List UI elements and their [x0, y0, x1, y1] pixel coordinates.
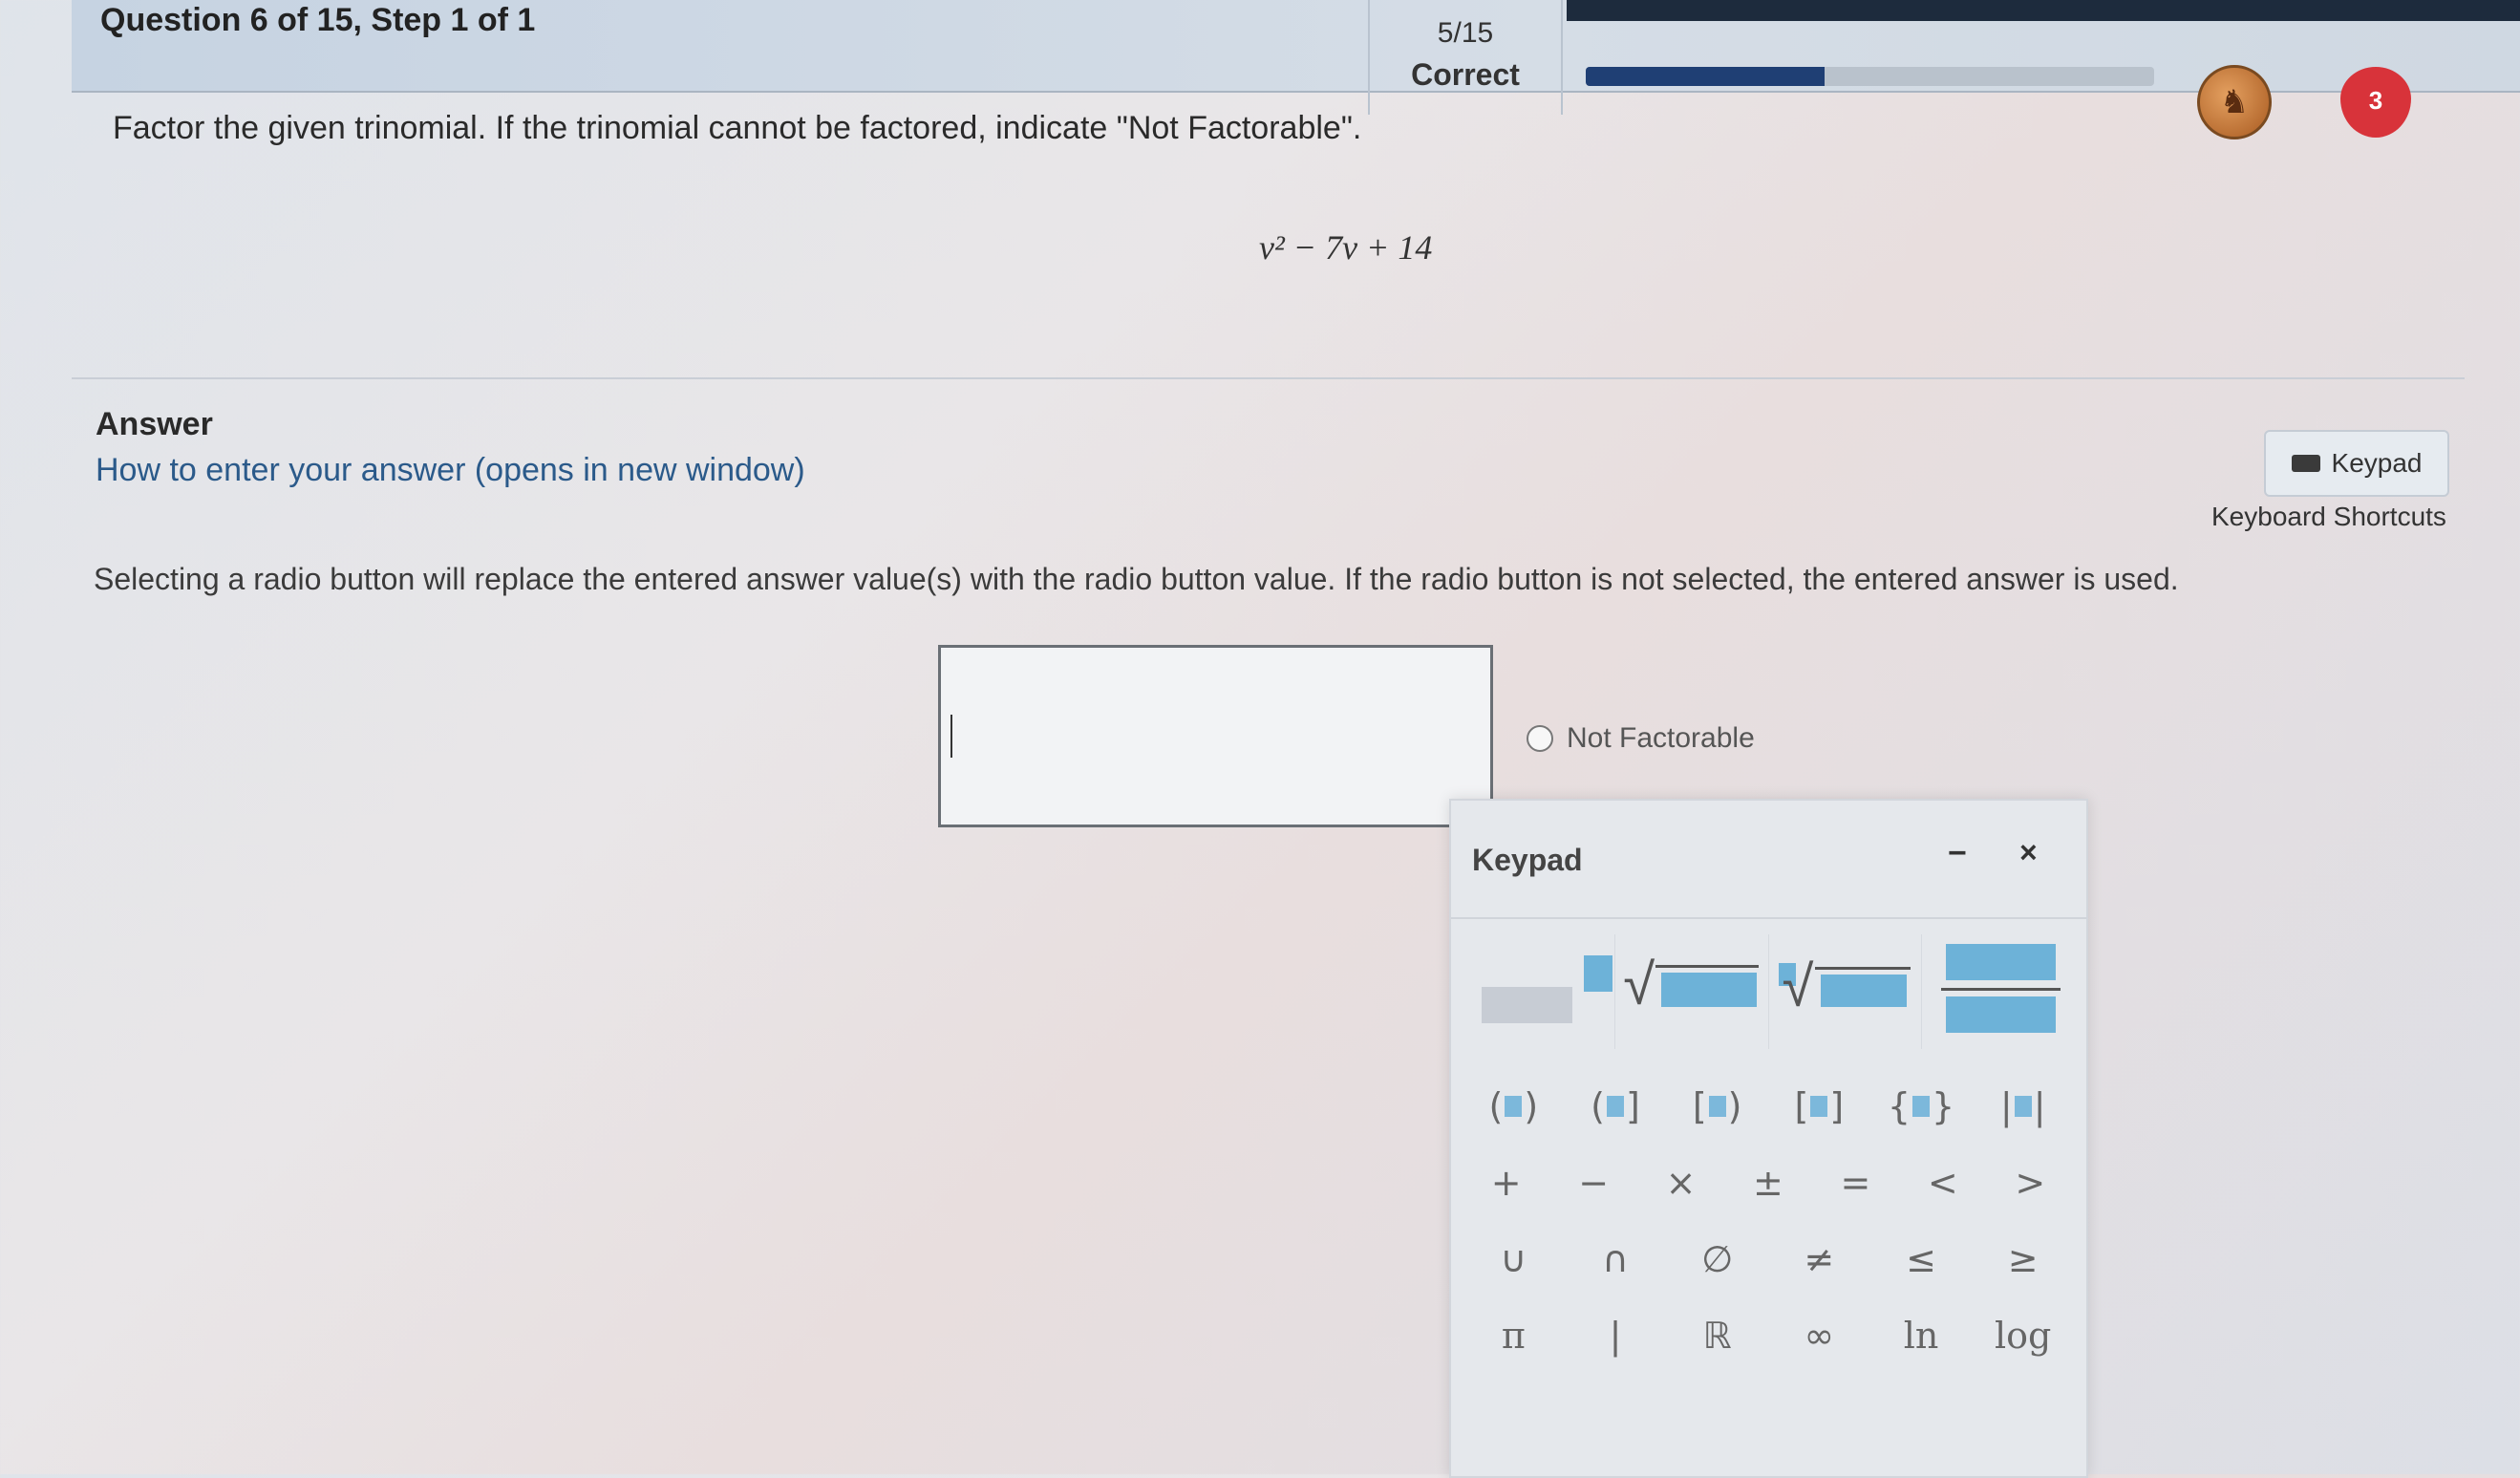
such-that-key[interactable]: |	[1565, 1297, 1667, 1374]
sets-row: ∪ ∩ ∅ ≠ ≤ ≥	[1463, 1221, 2074, 1297]
less-equal-key[interactable]: ≤	[1870, 1221, 1973, 1297]
brackets-row: () (] [) [] {} | |	[1463, 1068, 2074, 1145]
keypad-toggle-button[interactable]: Keypad	[2264, 430, 2449, 497]
keypad-title: Keypad	[1472, 843, 1583, 877]
set-braces-key[interactable]: {}	[1870, 1068, 1973, 1145]
keypad-button-label: Keypad	[2331, 448, 2423, 478]
less-than-key[interactable]: <	[1899, 1145, 1986, 1221]
intersection-key[interactable]: ∩	[1565, 1221, 1667, 1297]
answer-input[interactable]	[938, 645, 1493, 827]
empty-set-key[interactable]: ∅	[1666, 1221, 1768, 1297]
question-title: Question 6 of 15, Step 1 of 1	[100, 2, 536, 38]
minimize-button[interactable]: −	[1948, 835, 1967, 872]
infinity-key[interactable]: ∞	[1768, 1297, 1870, 1374]
text-caret	[950, 715, 952, 758]
answer-heading: Answer	[96, 406, 213, 442]
radio-instruction: Selecting a radio button will replace th…	[94, 562, 2179, 596]
keypad-panel: Keypad − × √ √ () (] [) [] {} | | + − ×…	[1449, 799, 2088, 1478]
plus-key[interactable]: +	[1463, 1145, 1549, 1221]
closed-open-interval-key[interactable]: [)	[1666, 1068, 1768, 1145]
nav-strip	[1567, 0, 2520, 21]
nth-root-key[interactable]: √	[1769, 934, 1922, 1049]
plus-minus-key[interactable]: ±	[1724, 1145, 1811, 1221]
absolute-value-key[interactable]: | |	[1972, 1068, 2074, 1145]
greater-than-key[interactable]: >	[1987, 1145, 2074, 1221]
keyboard-icon	[2291, 455, 2320, 472]
not-factorable-option[interactable]: Not Factorable	[1527, 722, 1755, 755]
minus-key[interactable]: −	[1549, 1145, 1636, 1221]
not-factorable-label: Not Factorable	[1567, 722, 1755, 754]
real-numbers-key[interactable]: ℝ	[1666, 1297, 1768, 1374]
equals-key[interactable]: =	[1812, 1145, 1899, 1221]
score-value: 5/15	[1437, 17, 1494, 49]
score-status: Correct	[1411, 57, 1520, 92]
help-link[interactable]: How to enter your answer (opens in new w…	[96, 452, 805, 489]
ln-key[interactable]: ln	[1870, 1297, 1973, 1374]
constants-row: π | ℝ ∞ ln log	[1463, 1297, 2074, 1374]
exponent-key[interactable]	[1463, 934, 1616, 1049]
progress-bar	[1586, 67, 2154, 86]
times-key[interactable]: ×	[1637, 1145, 1724, 1221]
fraction-key[interactable]	[1922, 934, 2074, 1049]
close-button[interactable]: ×	[2019, 835, 2038, 870]
pi-key[interactable]: π	[1463, 1297, 1565, 1374]
open-open-parens-key[interactable]: ()	[1463, 1068, 1565, 1145]
operators-row: + − × ± = < >	[1463, 1145, 2074, 1221]
keypad-grid: () (] [) [] {} | | + − × ± = < > ∪ ∩ ∅ ≠ …	[1463, 1068, 2074, 1374]
keyboard-shortcuts-link[interactable]: Keyboard Shortcuts	[2211, 502, 2446, 532]
log-key[interactable]: log	[1972, 1297, 2074, 1374]
open-closed-interval-key[interactable]: (]	[1565, 1068, 1667, 1145]
union-key[interactable]: ∪	[1463, 1221, 1565, 1297]
progress-fill	[1586, 67, 1825, 86]
not-factorable-radio[interactable]	[1527, 725, 1553, 752]
trinomial-expression: v² − 7v + 14	[1259, 228, 1433, 267]
square-root-key[interactable]: √	[1615, 934, 1769, 1049]
not-equal-key[interactable]: ≠	[1768, 1221, 1870, 1297]
template-keys-row: √ √	[1463, 934, 2074, 1049]
keypad-header: Keypad − ×	[1451, 801, 2086, 919]
closed-interval-key[interactable]: []	[1768, 1068, 1870, 1145]
greater-equal-key[interactable]: ≥	[1972, 1221, 2074, 1297]
question-instruction: Factor the given trinomial. If the trino…	[113, 110, 1362, 146]
